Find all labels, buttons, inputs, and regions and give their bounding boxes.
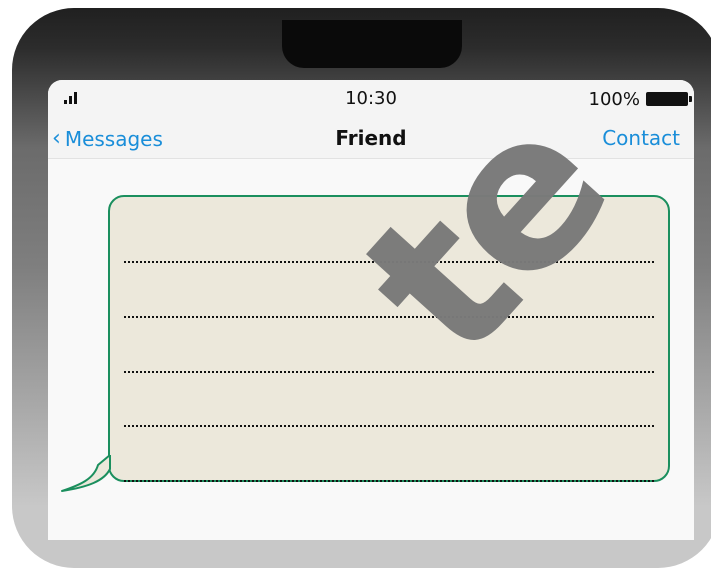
status-bar: 10:30 100% [48,80,694,118]
battery-full-icon [646,92,692,106]
conversation-title: Friend [335,126,407,150]
navigation-bar: ‹ Messages Friend Contact [48,118,694,159]
writing-line [124,480,654,482]
phone-screen: 10:30 100% ‹ Messages Friend Contact [48,80,694,540]
contact-button[interactable]: Contact [602,126,680,150]
writing-line [124,425,654,427]
phone-notch [282,20,462,68]
phone-frame: 10:30 100% ‹ Messages Friend Contact [12,8,711,568]
battery-status: 100% [588,88,692,110]
bubble-tail [61,455,111,492]
writing-line [124,371,654,373]
battery-percent: 100% [588,88,640,110]
